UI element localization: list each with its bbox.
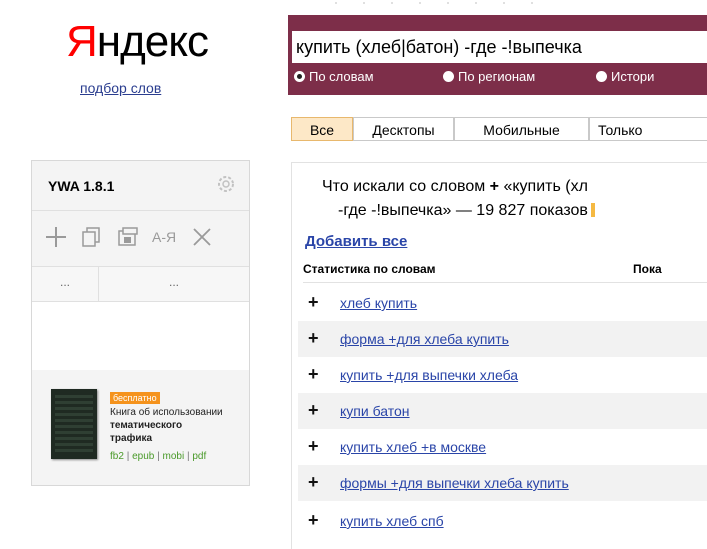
- ywa-title: YWA 1.8.1: [48, 178, 115, 194]
- format-separator: |: [126, 451, 130, 462]
- keyword-row: + купить хлеб +в москве: [298, 429, 707, 465]
- format-separator: |: [186, 451, 190, 462]
- keyword-row: + формы +для выпечки хлеба купить: [298, 465, 707, 501]
- plus-icon[interactable]: +: [308, 436, 319, 457]
- radio-dot-icon: [596, 71, 607, 82]
- results-header-line-1: Что искали со словом + «купить (хл: [322, 178, 588, 196]
- free-badge: бесплатно: [110, 392, 160, 404]
- radio-dot-icon: [294, 71, 305, 82]
- ywa-column-2[interactable]: ...: [99, 267, 249, 301]
- radio-dot-icon: [443, 71, 454, 82]
- format-epub[interactable]: epub: [132, 451, 154, 462]
- tab-desktops[interactable]: Десктопы: [353, 117, 454, 141]
- logo-first-letter: Я: [66, 17, 98, 66]
- radio-by-regions[interactable]: По регионам: [443, 69, 535, 84]
- keyword-link[interactable]: форма +для хлеба купить: [340, 331, 509, 347]
- keyword-link[interactable]: купи батон: [340, 403, 410, 419]
- plus-icon[interactable]: +: [308, 510, 319, 531]
- ywa-list-empty: [32, 302, 249, 373]
- keyword-link[interactable]: формы +для выпечки хлеба купить: [340, 475, 569, 491]
- keyword-link[interactable]: купить хлеб спб: [340, 513, 444, 529]
- keyword-row: + купи батон: [298, 393, 707, 429]
- format-fb2[interactable]: fb2: [110, 451, 124, 462]
- format-mobi[interactable]: mobi: [163, 451, 185, 462]
- tab-all[interactable]: Все: [291, 117, 353, 141]
- ywa-toolbar: A-Я: [32, 211, 249, 267]
- stats-header: Статистика по словам Пока: [303, 262, 707, 283]
- header-query: «купить (хл: [503, 178, 588, 195]
- add-all-link[interactable]: Добавить все: [305, 233, 407, 250]
- keyword-link[interactable]: купить +для выпечки хлеба: [340, 367, 518, 383]
- keyword-row: + форма +для хлеба купить: [298, 321, 707, 357]
- gear-icon[interactable]: [215, 173, 237, 200]
- format-separator: |: [157, 451, 160, 462]
- plus-icon[interactable]: +: [308, 400, 319, 421]
- close-icon[interactable]: [190, 225, 214, 254]
- book-cover[interactable]: [51, 389, 97, 459]
- copy-icon[interactable]: [80, 225, 104, 254]
- ywa-book-promo[interactable]: бесплатно Книга об использовании тематич…: [32, 370, 249, 485]
- keyword-row: + хлеб купить: [298, 285, 707, 321]
- tab-mobile[interactable]: Мобильные: [454, 117, 589, 141]
- top-edge-dots: [322, 0, 552, 6]
- keyword-row: + купить +для выпечки хлеба: [298, 357, 707, 393]
- export-icon[interactable]: [116, 225, 140, 254]
- header-prefix: Что искали со словом: [322, 178, 486, 195]
- radio-label: По словам: [309, 69, 374, 84]
- radio-history[interactable]: Истори: [596, 69, 654, 84]
- ywa-columns: ... ...: [32, 267, 249, 302]
- plus-icon[interactable]: [44, 225, 68, 254]
- stats-label: Статистика по словам: [303, 262, 436, 276]
- promo-line-1: Книга об использовании: [110, 407, 223, 418]
- translit-icon[interactable]: A-Я: [152, 229, 176, 245]
- radio-label: По регионам: [458, 69, 536, 84]
- ywa-panel: YWA 1.8.1 A-Я ... ... бесплатно Книга об…: [31, 160, 250, 486]
- plus-icon[interactable]: +: [308, 292, 319, 313]
- ywa-header: YWA 1.8.1: [32, 161, 249, 211]
- logo-rest: ндекс: [96, 17, 209, 66]
- tab-only[interactable]: Только: [589, 117, 707, 141]
- header-impressions: -где -!выпечка» — 19 827 показов: [338, 202, 588, 219]
- keyword-link[interactable]: купить хлеб +в москве: [340, 439, 486, 455]
- radio-label: Истори: [611, 69, 655, 84]
- plus-icon[interactable]: +: [308, 472, 319, 493]
- plus-icon[interactable]: +: [308, 364, 319, 385]
- yandex-logo[interactable]: Яндекс: [66, 14, 209, 70]
- stats-impressions-col: Пока: [633, 262, 662, 276]
- plus-icon[interactable]: +: [308, 328, 319, 349]
- promo-line-3: трафика: [110, 433, 153, 444]
- results-header-line-2: -где -!выпечка» — 19 827 показов: [338, 202, 595, 220]
- keyword-link[interactable]: хлеб купить: [340, 295, 417, 311]
- keyword-row: + купить хлеб спб: [298, 503, 707, 539]
- orange-marker: [590, 203, 595, 217]
- book-formats: fb2 | epub | mobi | pdf: [110, 451, 206, 462]
- ywa-column-1[interactable]: ...: [32, 267, 99, 301]
- promo-line-2: тематического: [110, 420, 183, 431]
- podbor-slov-link[interactable]: подбор слов: [80, 80, 161, 96]
- radio-by-words[interactable]: По словам: [294, 69, 374, 84]
- format-pdf[interactable]: pdf: [192, 451, 206, 462]
- header-plus-icon: +: [489, 178, 500, 195]
- search-input[interactable]: купить (хлеб|батон) -где -!выпечка: [292, 31, 707, 63]
